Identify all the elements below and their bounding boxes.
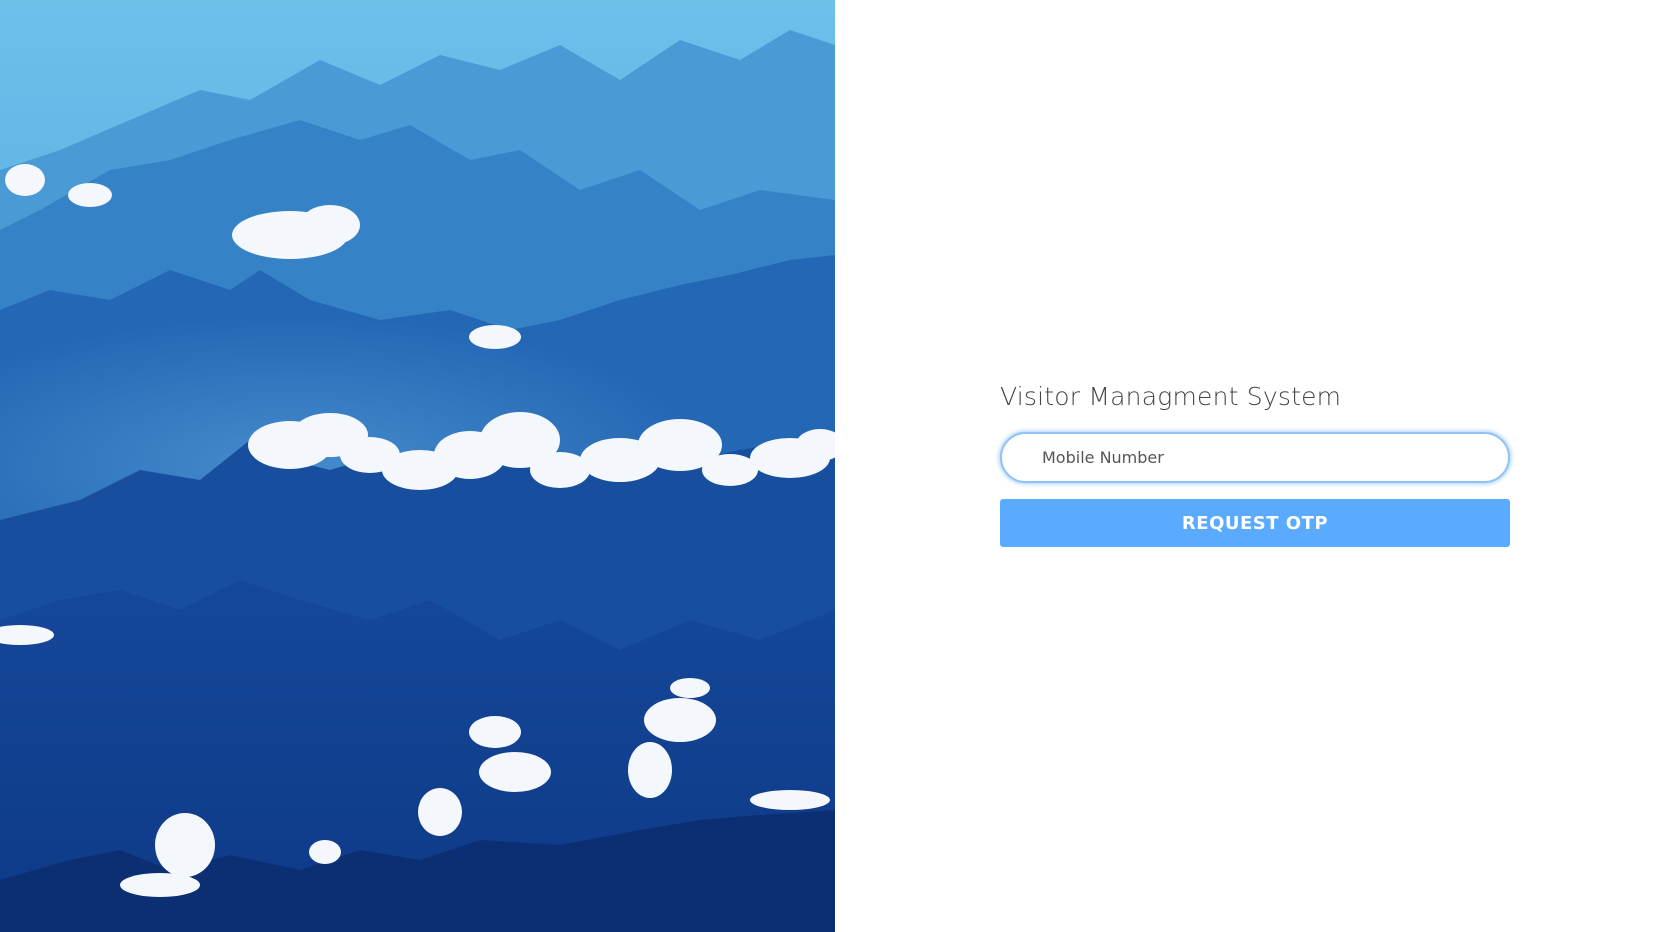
mobile-number-input[interactable] (1000, 432, 1510, 483)
request-otp-button[interactable]: REQUEST OTP (1000, 499, 1510, 547)
login-page: Visitor Managment System REQUEST OTP (0, 0, 1673, 932)
mountain-landscape-image (0, 0, 835, 932)
hero-image-panel (0, 0, 835, 932)
app-title: Visitor Managment System (1000, 382, 1342, 411)
login-form: Visitor Managment System REQUEST OTP (1000, 380, 1510, 547)
